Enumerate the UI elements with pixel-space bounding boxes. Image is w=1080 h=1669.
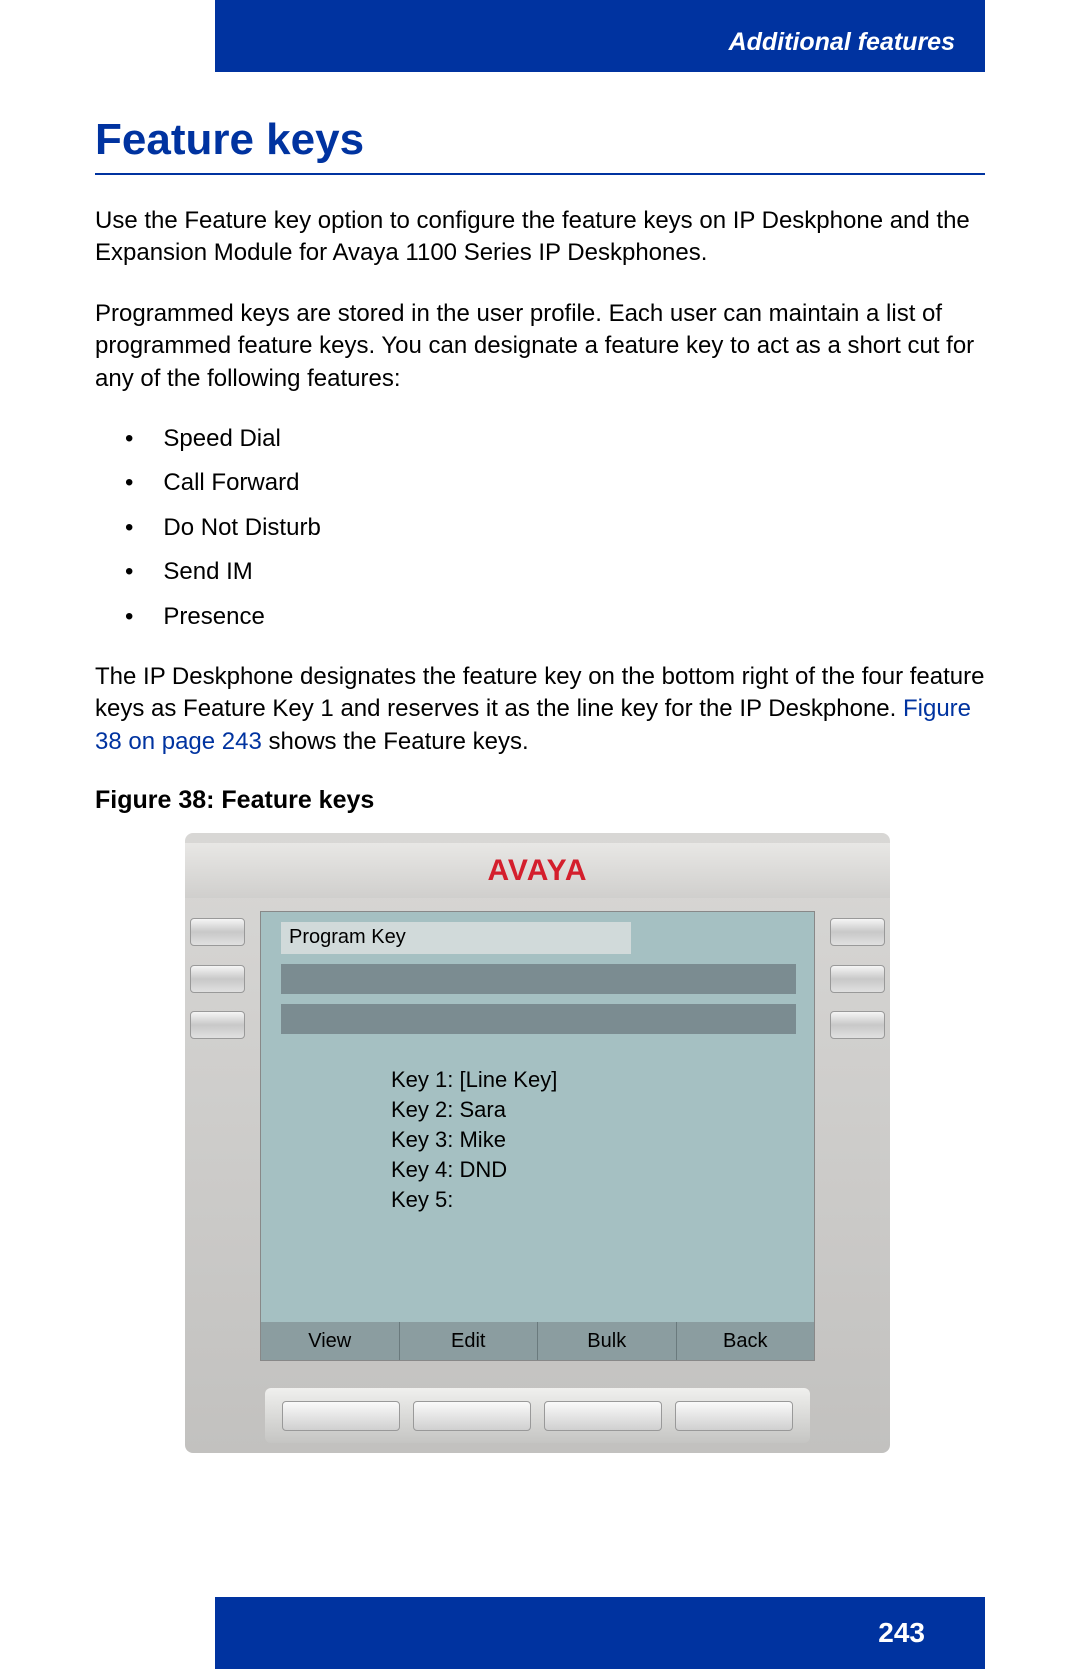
physical-softkey [544,1401,662,1431]
section-title: Feature keys [95,115,985,175]
paragraph-1: Use the Feature key option to configure … [95,205,985,270]
list-item-text: Speed Dial [163,423,280,455]
screen-bar [281,964,796,994]
bullet-icon: • [125,467,133,499]
bullet-icon: • [125,601,133,633]
phone-side-button [190,1011,245,1039]
figure-caption: Figure 38: Feature keys [95,786,985,815]
header-bar: Additional features [215,0,985,72]
physical-softkey [413,1401,531,1431]
softkey-bulk: Bulk [538,1322,677,1360]
paragraph-3-post: shows the Feature keys. [262,728,529,755]
bullet-icon: • [125,423,133,455]
list-item: • Call Forward [125,467,985,499]
list-item-text: Call Forward [163,467,299,499]
phone-screen: Program Key Key 1: [Line Key] Key 2: Sar… [260,911,815,1361]
physical-softkey [675,1401,793,1431]
phone-figure: AVAYA Program Key Key 1: [Line Key] Key … [185,833,890,1453]
key-line: Key 4: DND [391,1157,557,1183]
paragraph-2: Programmed keys are stored in the user p… [95,298,985,395]
softkey-row: View Edit Bulk Back [261,1322,814,1360]
phone-top-bezel: AVAYA [185,843,890,898]
key-line: Key 1: [Line Key] [391,1067,557,1093]
key-line: Key 2: Sara [391,1097,557,1123]
list-item-text: Do Not Disturb [163,512,320,544]
phone-side-button [830,1011,885,1039]
softkey-back: Back [677,1322,815,1360]
page-number: 243 [878,1617,925,1649]
list-item: • Speed Dial [125,423,985,455]
list-item-text: Presence [163,601,264,633]
list-item: • Do Not Disturb [125,512,985,544]
screen-bar [281,1004,796,1034]
avaya-logo: AVAYA [487,854,587,888]
bullet-icon: • [125,556,133,588]
phone-side-button [190,918,245,946]
phone-bottom-bezel [265,1388,810,1443]
phone-side-button [830,918,885,946]
list-item: • Send IM [125,556,985,588]
screen-title: Program Key [281,922,631,954]
list-item: • Presence [125,601,985,633]
key-line: Key 5: [391,1187,557,1213]
phone-side-button [830,965,885,993]
paragraph-3: The IP Deskphone designates the feature … [95,661,985,758]
physical-softkey [282,1401,400,1431]
phone-side-button [190,965,245,993]
content-area: Feature keys Use the Feature key option … [95,115,985,1453]
bullet-icon: • [125,512,133,544]
paragraph-3-pre: The IP Deskphone designates the feature … [95,663,984,722]
header-section-label: Additional features [729,28,955,57]
softkey-edit: Edit [400,1322,539,1360]
softkey-view: View [261,1322,400,1360]
key-list: Key 1: [Line Key] Key 2: Sara Key 3: Mik… [391,1067,557,1217]
bullet-list: • Speed Dial • Call Forward • Do Not Distur… [125,423,985,633]
list-item-text: Send IM [163,556,252,588]
footer-bar: 243 [215,1597,985,1669]
key-line: Key 3: Mike [391,1127,557,1153]
